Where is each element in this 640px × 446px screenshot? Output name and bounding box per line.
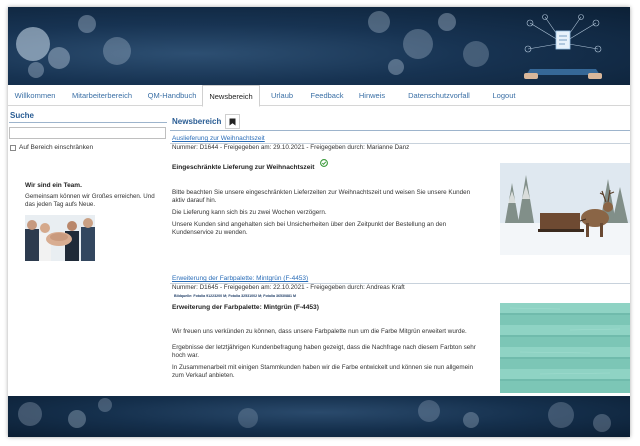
header-banner [8,7,630,85]
tab-feedback[interactable]: Feedback [304,85,350,105]
mint-wood-image [500,303,630,393]
document-icon [555,30,571,50]
search-input[interactable] [9,127,166,139]
divider [9,122,167,123]
bookmark-button[interactable] [225,114,240,129]
divider [170,130,630,131]
article-heading: Eingeschränkte Lieferung zur Weihnachtsz… [172,164,315,171]
tab-willkommen[interactable]: Willkommen [8,85,62,105]
tablet-network-graphic [524,14,602,79]
article-meta: Nummer: D1644 - Freigegeben am: 29.10.20… [172,144,410,151]
search-title: Suche [10,111,35,120]
tab-qm-handbuch[interactable]: QM-Handbuch [142,85,202,105]
page-frame: Willkommen Mitarbeiterbereich QM-Handbuc… [8,7,630,437]
article-heading: Erweiterung der Farbpalette: Mintgrün (F… [172,304,319,311]
restrict-area-checkbox[interactable] [10,145,16,151]
article-paragraph: Unsere Kunden sind angehalten sich bei U… [172,221,447,236]
team-text: Gemeinsam können wir Großes erreichen. U… [25,193,155,208]
tab-hinweis[interactable]: Hinweis [350,85,394,105]
team-hands-image [25,215,95,261]
article-paragraph: In Zusammenarbeit mit einigen Stammkunde… [172,364,474,379]
main-navigation: Willkommen Mitarbeiterbereich QM-Handbuc… [8,85,630,107]
team-title: Wir sind ein Team. [25,182,82,189]
tab-urlaub[interactable]: Urlaub [260,85,304,105]
article-paragraph: Ergebnisse der letztjährigen Kundenbefra… [172,344,476,359]
tab-datenschutzvorfall[interactable]: Datenschutzvorfall [394,85,484,105]
article-body: Wir freuen uns verkünden zu können, dass… [172,328,482,384]
tab-logout[interactable]: Logout [484,85,524,105]
article-meta: Nummer: D1645 - Freigegeben am: 22.10.20… [172,284,405,291]
sidebar: Suche Auf Bereich einschränken Wir sind … [8,106,168,396]
news-content: Newsbereich Auslieferung zur Weihnachtsz… [170,106,630,396]
article-body: Bitte beachten Sie unsere eingeschränkte… [172,189,482,241]
article-title-link[interactable]: Erweiterung der Farbpalette: Mintgrün (F… [172,275,308,282]
page-title: Newsbereich [172,117,222,126]
bookmark-icon [229,118,236,125]
footer-banner [8,396,630,437]
tab-mitarbeiterbereich[interactable]: Mitarbeiterbereich [62,85,142,105]
image-credits: Bildquelle: Fotolia 91223200 M; Fotolia … [174,294,297,298]
article-paragraph: Die Lieferung kann sich bis zu zwei Woch… [172,209,327,216]
tab-newsbereich[interactable]: Newsbereich [202,85,260,107]
restrict-area-label: Auf Bereich einschränken [19,144,94,151]
reindeer-winter-image [500,163,630,255]
refresh-icon[interactable] [320,159,328,167]
article-title-link[interactable]: Auslieferung zur Weihnachtszeit [172,135,265,142]
article-paragraph: Wir freuen uns verkünden zu können, dass… [172,328,467,335]
article-paragraph: Bitte beachten Sie unsere eingeschränkte… [172,189,471,204]
